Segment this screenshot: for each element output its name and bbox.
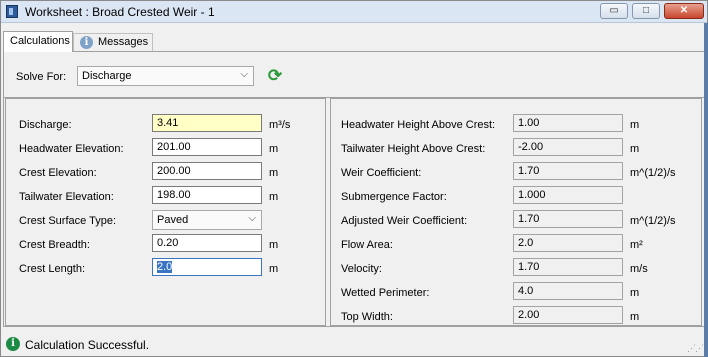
headwater-elevation-label: Headwater Elevation: bbox=[19, 143, 124, 155]
solve-for-value: Discharge bbox=[82, 70, 132, 82]
velocity-unit: m/s bbox=[630, 263, 648, 275]
weir-coefficient-value[interactable]: 1.70 bbox=[513, 162, 623, 180]
crest-length-input[interactable]: 2.0 bbox=[152, 258, 262, 276]
crest-breadth-label: Crest Breadth: bbox=[19, 239, 90, 251]
headwater-elevation-input[interactable]: 201.00 bbox=[152, 138, 262, 156]
maximize-button[interactable]: □ bbox=[632, 3, 660, 19]
velocity-label: Velocity: bbox=[341, 263, 382, 275]
status-text: Calculation Successful. bbox=[25, 338, 150, 352]
crest-elevation-input[interactable]: 200.00 bbox=[152, 162, 262, 180]
discharge-label: Discharge: bbox=[19, 119, 72, 131]
flow-area-unit: m² bbox=[630, 239, 643, 251]
minimize-button[interactable]: ▭ bbox=[600, 3, 628, 19]
submergence-factor-label: Submergence Factor: bbox=[341, 191, 447, 203]
adjusted-weir-coefficient-label: Adjusted Weir Coefficient: bbox=[341, 215, 468, 227]
top-width-value[interactable]: 2.00 bbox=[513, 306, 623, 324]
close-button[interactable]: ✕ bbox=[664, 3, 704, 19]
refresh-icon[interactable]: ⟳ bbox=[266, 67, 284, 85]
weir-coefficient-label: Weir Coefficient: bbox=[341, 167, 422, 179]
worksheet-app-icon bbox=[6, 5, 18, 18]
calculations-panel: Solve For: Discharge ⌵ ⟳ Discharge: 3.41… bbox=[3, 51, 705, 327]
window-title: Worksheet : Broad Crested Weir - 1 bbox=[25, 5, 215, 19]
adjusted-weir-coefficient-value[interactable]: 1.70 bbox=[513, 210, 623, 228]
headwater-height-label: Headwater Height Above Crest: bbox=[341, 119, 496, 131]
crest-surface-type-label: Crest Surface Type: bbox=[19, 215, 117, 227]
solve-for-bar: Solve For: Discharge ⌵ ⟳ bbox=[4, 52, 704, 98]
top-width-unit: m bbox=[630, 311, 640, 323]
crest-surface-type-value: Paved bbox=[157, 214, 189, 226]
crest-elevation-label: Crest Elevation: bbox=[19, 167, 97, 179]
weir-coefficient-unit: m^(1/2)/s bbox=[630, 167, 676, 179]
solve-for-label: Solve For: bbox=[16, 71, 67, 83]
submergence-factor-value[interactable]: 1.000 bbox=[513, 186, 623, 204]
crest-length-value: 2.0 bbox=[157, 261, 173, 273]
title-bar[interactable]: Worksheet : Broad Crested Weir - 1 ▭ □ ✕ bbox=[1, 1, 707, 23]
wetted-perimeter-value[interactable]: 4.0 bbox=[513, 282, 623, 300]
tab-messages-label: Messages bbox=[98, 36, 149, 48]
top-width-label: Top Width: bbox=[341, 311, 393, 323]
wetted-perimeter-label: Wetted Perimeter: bbox=[341, 287, 430, 299]
resize-grip-icon[interactable]: ⋰⋰ bbox=[687, 343, 704, 354]
crest-breadth-unit: m bbox=[269, 239, 279, 251]
crest-length-label: Crest Length: bbox=[19, 263, 86, 275]
tailwater-height-value[interactable]: -2.00 bbox=[513, 138, 623, 156]
adjusted-weir-coefficient-unit: m^(1/2)/s bbox=[630, 215, 676, 227]
chevron-down-icon: ⌵ bbox=[248, 213, 256, 224]
info-icon: i bbox=[6, 337, 20, 351]
window-edge bbox=[704, 23, 708, 357]
headwater-elevation-unit: m bbox=[269, 143, 279, 155]
results-panel: Headwater Height Above Crest: 1.00 m Tai… bbox=[330, 98, 702, 326]
flow-area-label: Flow Area: bbox=[341, 239, 393, 251]
discharge-unit: m³/s bbox=[269, 119, 291, 131]
tailwater-elevation-unit: m bbox=[269, 191, 279, 203]
flow-area-value[interactable]: 2.0 bbox=[513, 234, 623, 252]
chevron-down-icon: ⌵ bbox=[240, 69, 248, 80]
tab-calculations[interactable]: Calculations bbox=[3, 31, 73, 52]
crest-length-unit: m bbox=[269, 263, 279, 275]
tab-calculations-label: Calculations bbox=[10, 35, 70, 47]
tailwater-height-label: Tailwater Height Above Crest: bbox=[341, 143, 486, 155]
info-icon: i bbox=[80, 36, 93, 49]
headwater-height-value[interactable]: 1.00 bbox=[513, 114, 623, 132]
worksheet-window: Worksheet : Broad Crested Weir - 1 ▭ □ ✕… bbox=[0, 0, 708, 357]
discharge-input[interactable]: 3.41 bbox=[152, 114, 262, 132]
headwater-height-unit: m bbox=[630, 119, 640, 131]
wetted-perimeter-unit: m bbox=[630, 287, 640, 299]
tailwater-height-unit: m bbox=[630, 143, 640, 155]
crest-surface-type-select[interactable]: Paved ⌵ bbox=[152, 210, 262, 230]
velocity-value[interactable]: 1.70 bbox=[513, 258, 623, 276]
status-bar: i Calculation Successful. ⋰⋰ bbox=[1, 328, 707, 356]
crest-breadth-input[interactable]: 0.20 bbox=[152, 234, 262, 252]
crest-elevation-unit: m bbox=[269, 167, 279, 179]
tailwater-elevation-label: Tailwater Elevation: bbox=[19, 191, 114, 203]
input-panel: Discharge: 3.41 m³/s Headwater Elevation… bbox=[5, 98, 326, 326]
solve-for-select[interactable]: Discharge ⌵ bbox=[77, 66, 254, 86]
tailwater-elevation-input[interactable]: 198.00 bbox=[152, 186, 262, 204]
tab-messages[interactable]: i Messages bbox=[73, 33, 153, 51]
